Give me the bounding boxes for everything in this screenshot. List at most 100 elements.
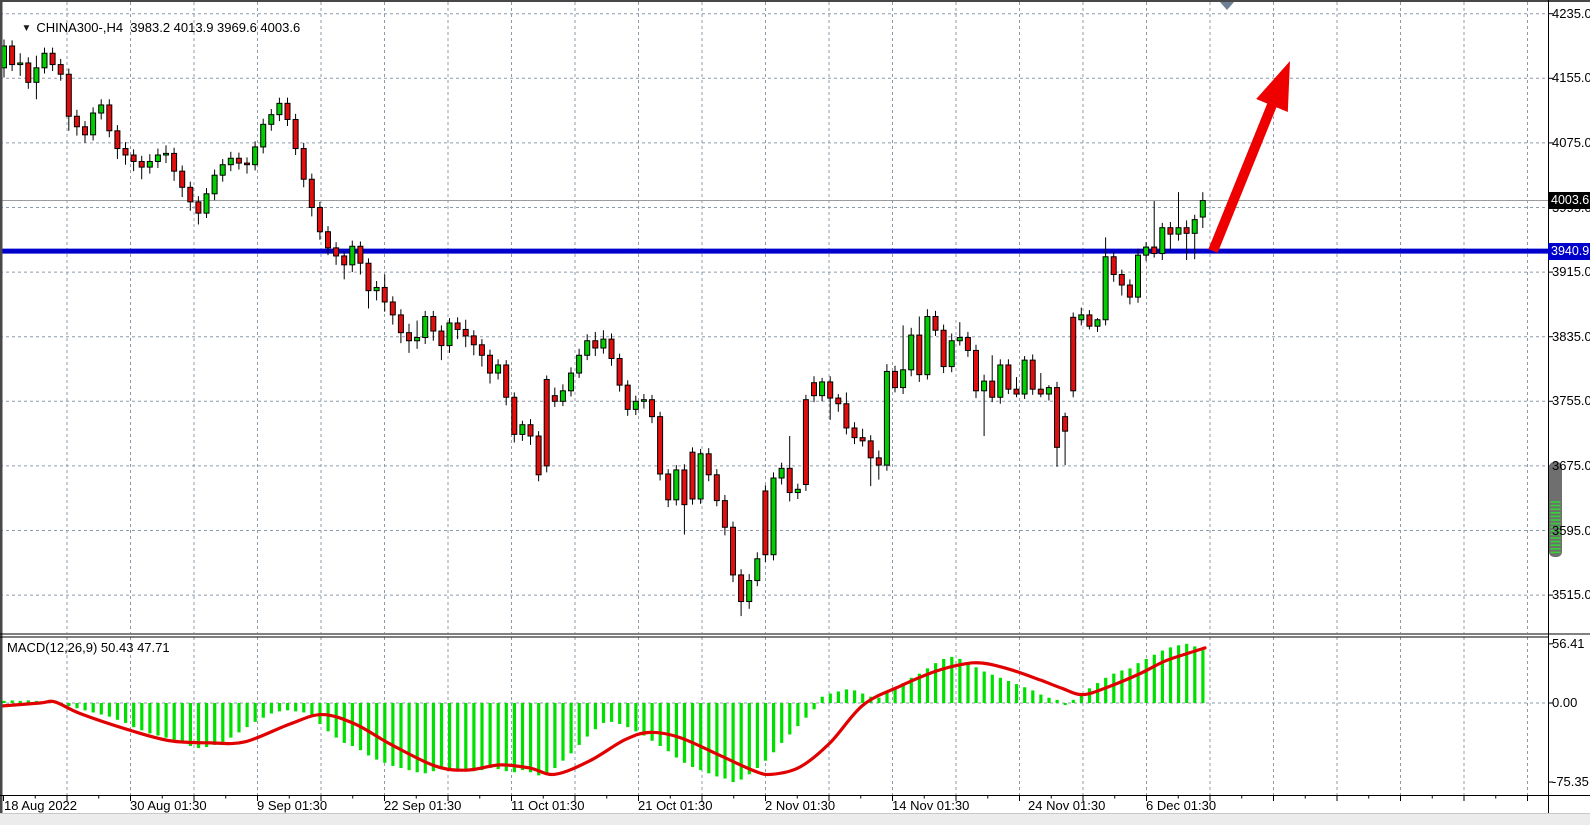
candle-bearish[interactable] [544,379,549,465]
candle-bearish[interactable] [131,155,136,161]
candle-bearish[interactable] [803,400,808,485]
candle-bearish[interactable] [941,330,946,366]
candle-bearish[interactable] [512,397,517,434]
candle-bullish[interactable] [1176,228,1181,234]
candle-bearish[interactable] [552,396,557,402]
candle-bearish[interactable] [463,329,468,335]
candle-bullish[interactable] [269,115,274,125]
candle-bullish[interactable] [585,341,590,356]
candle-bullish[interactable] [820,382,825,396]
candle-bearish[interactable] [722,501,727,528]
candle-bullish[interactable] [212,175,217,194]
candle-bullish[interactable] [1200,201,1205,217]
candle-bullish[interactable] [164,153,169,155]
macd-pane[interactable] [0,637,1548,795]
candle-bearish[interactable] [334,248,339,256]
object-anchor-marker-icon[interactable] [1220,2,1234,10]
candle-bearish[interactable] [1152,247,1157,253]
candle-bullish[interactable] [601,339,606,348]
candle-bearish[interactable] [536,436,541,475]
candle-bearish[interactable] [407,333,412,341]
candle-bullish[interactable] [520,425,525,435]
candle-bearish[interactable] [706,454,711,475]
candle-bearish[interactable] [965,338,970,351]
candle-bearish[interactable] [1184,228,1189,234]
candle-bearish[interactable] [1006,365,1011,389]
candle-bearish[interactable] [50,53,55,64]
candle-bullish[interactable] [261,124,266,147]
candle-bullish[interactable] [147,161,152,167]
candle-bearish[interactable] [479,345,484,355]
candle-bullish[interactable] [204,194,209,213]
candle-bearish[interactable] [366,263,371,290]
candle-bullish[interactable] [91,113,96,135]
candle-bearish[interactable] [488,355,493,373]
candle-bullish[interactable] [228,158,233,164]
candle-bullish[interactable] [1144,247,1149,255]
candle-bearish[interactable] [682,470,687,505]
candle-bearish[interactable] [245,163,250,165]
trend-arrow-shaft[interactable] [1213,105,1272,251]
candle-bearish[interactable] [787,468,792,492]
candle-bullish[interactable] [34,68,39,83]
candle-bullish[interactable] [949,341,954,367]
candle-bearish[interactable] [74,116,79,126]
candle-bullish[interactable] [633,401,638,409]
candle-bearish[interactable] [1119,275,1124,285]
candle-bearish[interactable] [609,339,614,358]
candle-bullish[interactable] [447,323,452,346]
candle-bearish[interactable] [66,74,71,116]
candle-bullish[interactable] [577,355,582,373]
candle-bullish[interactable] [1022,360,1027,394]
candle-bearish[interactable] [763,491,768,555]
candle-bullish[interactable] [1079,315,1084,320]
candle-bearish[interactable] [1071,317,1076,390]
candle-bearish[interactable] [1055,388,1060,448]
candle-bearish[interactable] [876,458,881,465]
candle-bearish[interactable] [236,158,241,163]
candle-bullish[interactable] [982,381,987,391]
candle-bearish[interactable] [1168,228,1173,234]
candle-bearish[interactable] [390,302,395,315]
collapse-triangle-icon[interactable]: ▼ [21,21,31,36]
candle-bearish[interactable] [1127,285,1132,297]
candle-bearish[interactable] [917,335,922,375]
candle-bearish[interactable] [309,179,314,207]
candle-bearish[interactable] [293,119,298,148]
candle-bearish[interactable] [1063,417,1068,432]
candle-bearish[interactable] [123,149,128,155]
candle-bullish[interactable] [795,489,800,492]
candle-bullish[interactable] [698,454,703,499]
candle-bearish[interactable] [739,575,744,602]
candle-bearish[interactable] [431,317,436,332]
candle-bearish[interactable] [188,187,193,202]
candle-bullish[interactable] [560,391,565,401]
candle-bullish[interactable] [350,246,355,265]
candle-bearish[interactable] [650,400,655,417]
candle-bearish[interactable] [658,417,663,474]
candle-bearish[interactable] [974,350,979,390]
candle-bearish[interactable] [342,256,347,265]
candle-bearish[interactable] [358,246,363,263]
candle-bullish[interactable] [496,365,501,373]
candle-bearish[interactable] [731,527,736,575]
candle-bearish[interactable] [868,441,873,458]
candle-bullish[interactable] [99,105,104,113]
candle-bearish[interactable] [933,317,938,331]
candle-bullish[interactable] [909,335,914,370]
candle-bearish[interactable] [893,371,898,387]
candle-bearish[interactable] [471,336,476,345]
candle-bearish[interactable] [326,232,331,248]
candle-bearish[interactable] [439,331,444,346]
candle-bullish[interactable] [42,53,47,68]
candle-bearish[interactable] [285,103,290,119]
candle-bearish[interactable] [139,161,144,167]
candle-bearish[interactable] [398,315,403,333]
candle-bullish[interactable] [1046,388,1051,394]
candle-bullish[interactable] [155,155,160,161]
candle-bullish[interactable] [1136,255,1141,297]
candle-bearish[interactable] [593,341,598,348]
candle-bearish[interactable] [382,287,387,302]
candle-bearish[interactable] [617,359,622,386]
candle-bearish[interactable] [666,474,671,500]
